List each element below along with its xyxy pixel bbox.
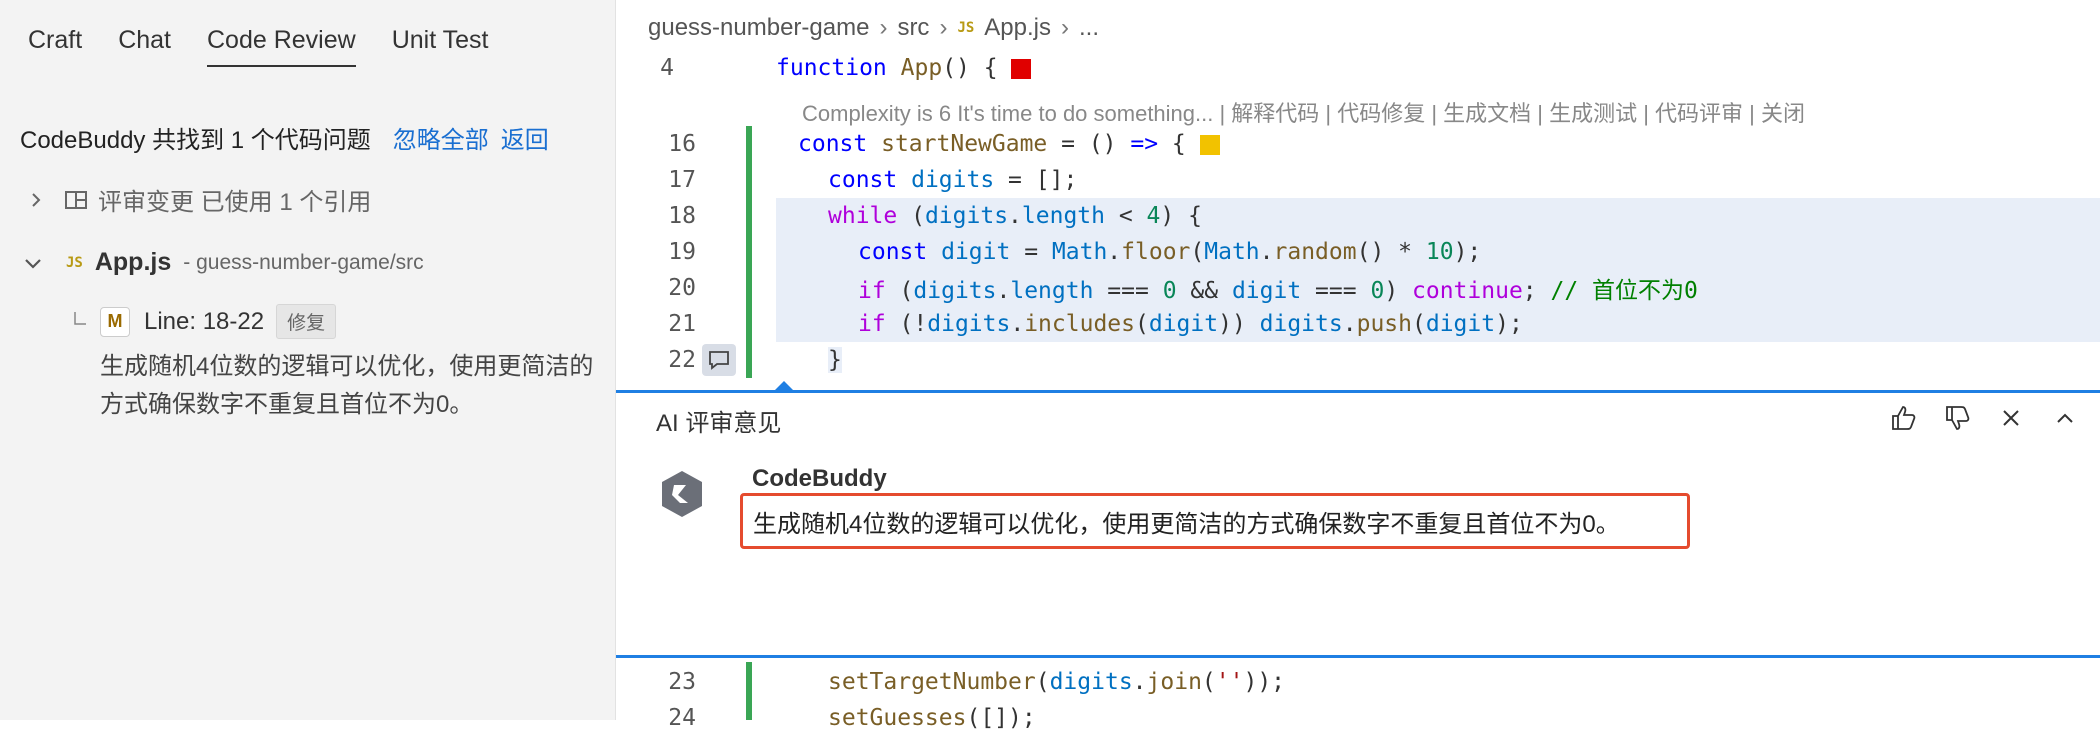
- code-text: setTargetNumber(digits.join(''));: [828, 669, 1286, 695]
- issue-line-range: Line: 18-22: [144, 307, 265, 335]
- breadcrumb-folder[interactable]: src: [897, 14, 929, 42]
- code-line-16[interactable]: 16 const startNewGame = () => {: [616, 126, 2100, 162]
- fix-button[interactable]: 修复: [276, 304, 337, 339]
- line-number: 4: [660, 55, 674, 81]
- breadcrumb-file[interactable]: App.js: [984, 14, 1051, 42]
- code-text: if (!digits.includes(digit)) digits.push…: [858, 311, 1523, 337]
- review-author: CodeBuddy: [752, 465, 887, 492]
- issue-description: 生成随机4位数的逻辑可以优化，使用更简洁的方式确保数字不重复且首位不为0。: [100, 353, 594, 418]
- file-row-app-js[interactable]: JS App.js - guess-number-game/src: [22, 248, 424, 277]
- chevron-down-icon[interactable]: [22, 253, 42, 273]
- js-file-icon: JS: [66, 254, 83, 271]
- code-text: function App() {: [776, 55, 1032, 81]
- chevron-up-icon[interactable]: [2050, 403, 2080, 433]
- error-marker-icon: [1011, 58, 1032, 79]
- line-number: 20: [668, 275, 696, 301]
- code-review-panel: Craft Chat Code Review Unit Test CodeBud…: [0, 0, 616, 720]
- thumbs-up-icon[interactable]: [1888, 403, 1918, 433]
- codebuddy-avatar: [658, 469, 706, 519]
- line-number: 22: [668, 347, 696, 373]
- tab-code-review[interactable]: Code Review: [207, 26, 356, 67]
- code-editor: guess-number-game › src › JS App.js › ..…: [616, 0, 2100, 731]
- file-path: - guess-number-game/src: [183, 250, 424, 274]
- line-number: 24: [668, 705, 696, 731]
- tab-unit-test[interactable]: Unit Test: [392, 26, 489, 67]
- code-text: if (digits.length === 0 && digit === 0) …: [858, 278, 1698, 304]
- modified-badge: M: [100, 306, 130, 337]
- js-file-icon: JS: [957, 20, 975, 36]
- comment-icon[interactable]: [702, 344, 736, 376]
- codelens-actions[interactable]: Complexity is 6 It's time to do somethin…: [802, 96, 1805, 128]
- chevron-right-icon[interactable]: [26, 190, 46, 210]
- line-number: 16: [668, 131, 696, 157]
- review-summary-row: CodeBuddy 共找到 1 个代码问题 忽略全部 返回: [20, 120, 610, 155]
- review-comment: 生成随机4位数的逻辑可以优化，使用更简洁的方式确保数字不重复且首位不为0。: [753, 511, 1620, 538]
- line-number: 23: [668, 669, 696, 695]
- code-line-20[interactable]: 20 if (digits.length === 0 && digit === …: [616, 270, 2100, 306]
- review-changes-row[interactable]: 评审变更 已使用 1 个引用: [26, 182, 371, 217]
- code-text: }: [828, 347, 842, 373]
- warning-marker-icon: [1199, 134, 1220, 155]
- file-name: App.js: [94, 248, 172, 276]
- breadcrumb-project[interactable]: guess-number-game: [648, 14, 869, 42]
- tab-chat[interactable]: Chat: [118, 26, 171, 67]
- code-text: const digits = [];: [828, 167, 1078, 193]
- close-icon[interactable]: [1996, 403, 2026, 433]
- back-link[interactable]: 返回: [501, 120, 549, 155]
- breadcrumb-more[interactable]: ...: [1079, 14, 1099, 42]
- breadcrumb: guess-number-game › src › JS App.js › ..…: [648, 14, 1099, 42]
- code-line-18[interactable]: 18 while (digits.length < 4) {: [616, 198, 2100, 234]
- line-number: 17: [668, 167, 696, 193]
- review-actions: [1888, 403, 2080, 433]
- code-line-24[interactable]: 24 setGuesses([]);: [616, 700, 2100, 736]
- code-line-4[interactable]: 4 function App() {: [616, 50, 2100, 86]
- review-comment-box: 生成随机4位数的逻辑可以优化，使用更简洁的方式确保数字不重复且首位不为0。: [740, 493, 1690, 549]
- review-changes-label: 评审变更 已使用 1 个引用: [98, 189, 372, 216]
- tab-craft[interactable]: Craft: [28, 26, 82, 67]
- chevron-right-icon: ›: [1061, 14, 1069, 41]
- code-text: while (digits.length < 4) {: [828, 203, 1202, 229]
- code-text: const digit = Math.floor(Math.random() *…: [858, 239, 1482, 265]
- code-line-17[interactable]: 17 const digits = [];: [616, 162, 2100, 198]
- tree-branch-icon: [72, 311, 88, 332]
- line-number: 21: [668, 311, 696, 337]
- code-text: const startNewGame = () => {: [798, 131, 1220, 157]
- ignore-all-link[interactable]: 忽略全部: [393, 120, 489, 155]
- review-summary: CodeBuddy 共找到 1 个代码问题: [20, 127, 371, 154]
- issue-row[interactable]: M Line: 18-22 修复: [72, 304, 337, 339]
- review-title: AI 评审意见: [656, 410, 782, 437]
- code-line-19[interactable]: 19 const digit = Math.floor(Math.random(…: [616, 234, 2100, 270]
- chevron-right-icon: ›: [939, 14, 948, 41]
- line-number: 19: [668, 239, 696, 265]
- panel-tabs: Craft Chat Code Review Unit Test: [28, 26, 489, 67]
- code-line-21[interactable]: 21 if (!digits.includes(digit)) digits.p…: [616, 306, 2100, 342]
- code-text: setGuesses([]);: [828, 705, 1036, 731]
- code-line-22[interactable]: 22 }: [616, 342, 2100, 378]
- ai-review-widget: AI 评审意见 CodeBuddy 生成随机4位数的逻辑可以优化，使用更简洁的方…: [616, 381, 2100, 658]
- code-line-23[interactable]: 23 setTargetNumber(digits.join(''));: [616, 664, 2100, 700]
- thumbs-down-icon[interactable]: [1942, 403, 1972, 433]
- diff-split-icon: [64, 188, 88, 212]
- line-number: 18: [668, 203, 696, 229]
- widget-pointer-icon: [774, 381, 794, 391]
- chevron-right-icon: ›: [879, 14, 888, 41]
